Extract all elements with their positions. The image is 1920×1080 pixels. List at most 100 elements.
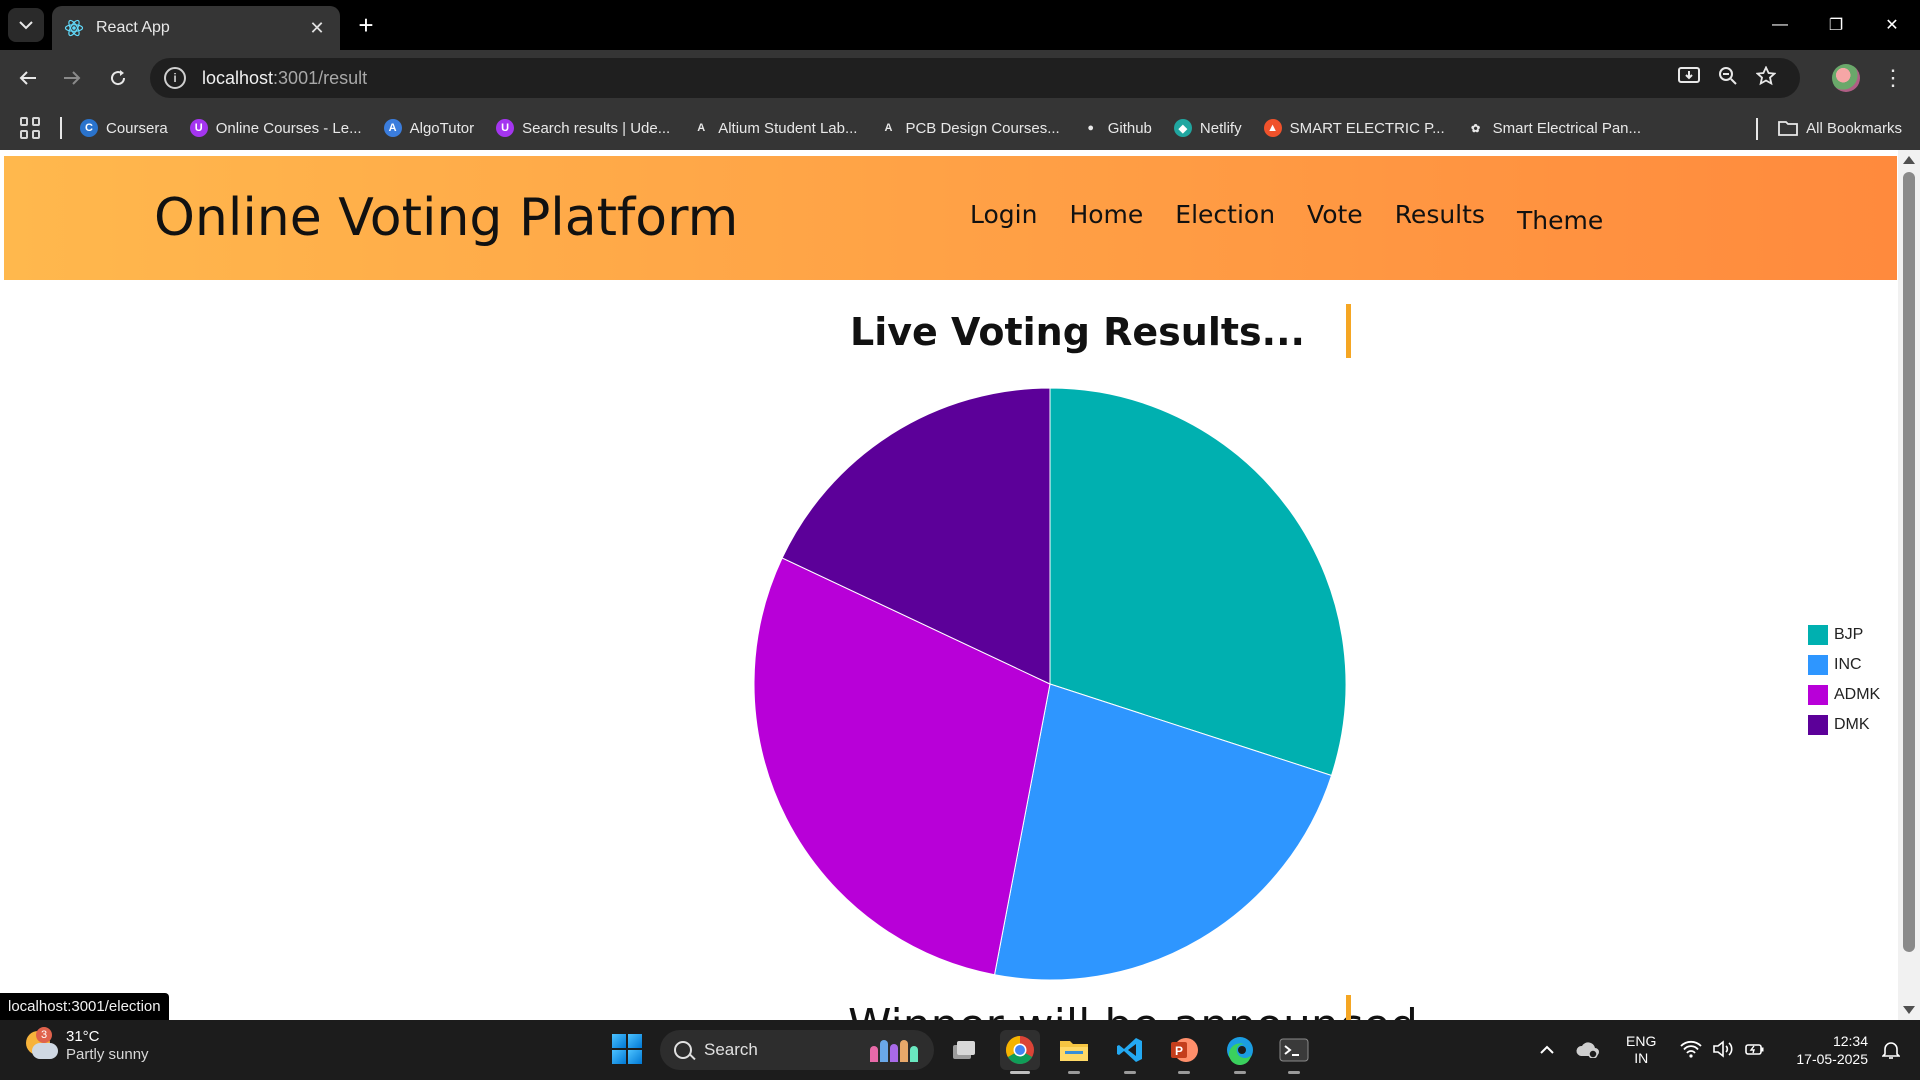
new-tab-button[interactable]: + bbox=[352, 12, 380, 40]
bookmark-label: Netlify bbox=[1199, 119, 1242, 137]
site-title: Online Voting Platform bbox=[154, 188, 739, 248]
browser-menu-icon[interactable]: ⋮ bbox=[1878, 62, 1908, 94]
lang-top: ENG bbox=[1626, 1033, 1657, 1049]
notification-bell-icon[interactable] bbox=[1881, 1040, 1901, 1063]
file-explorer-icon[interactable] bbox=[1054, 1030, 1094, 1074]
bookmark-label: PCB Design Courses... bbox=[905, 119, 1060, 137]
bookmark-item[interactable]: A PCB Design Courses... bbox=[879, 119, 1059, 137]
profile-avatar[interactable] bbox=[1832, 64, 1860, 92]
bookmark-star-icon[interactable] bbox=[1755, 64, 1777, 91]
edge-icon[interactable] bbox=[1220, 1030, 1260, 1074]
nav-results[interactable]: Results bbox=[1395, 200, 1485, 235]
reload-icon bbox=[111, 70, 126, 86]
close-tab-icon[interactable]: ✕ bbox=[306, 17, 328, 39]
back-button[interactable] bbox=[12, 62, 44, 94]
bookmark-item[interactable]: A AlgoTutor bbox=[383, 119, 474, 137]
folder-icon bbox=[1778, 121, 1799, 136]
arrow-left-icon bbox=[19, 71, 36, 85]
site-info-icon[interactable]: i bbox=[164, 67, 186, 89]
clock-date: 17-05-2025 bbox=[1796, 1051, 1868, 1067]
netlify-icon: ◆ bbox=[1173, 119, 1192, 137]
reload-button[interactable] bbox=[102, 62, 134, 94]
chrome-icon[interactable] bbox=[1000, 1030, 1040, 1074]
nav-login[interactable]: Login bbox=[970, 200, 1037, 235]
task-view-icon[interactable] bbox=[944, 1030, 984, 1070]
legend-item-admk[interactable]: ADMK bbox=[1808, 680, 1880, 710]
forward-button[interactable] bbox=[56, 62, 88, 94]
bookmark-item[interactable]: ● Github bbox=[1082, 119, 1152, 137]
browser-tab[interactable]: React App ✕ bbox=[52, 6, 340, 50]
bookmark-label: Search results | Ude... bbox=[522, 119, 671, 137]
restore-icon[interactable]: ❐ bbox=[1808, 0, 1864, 50]
search-icon bbox=[674, 1041, 692, 1059]
results-heading: Live Voting Results... bbox=[850, 310, 1305, 354]
taskbar-search[interactable]: Search bbox=[660, 1030, 934, 1070]
page-scrollbar[interactable] bbox=[1898, 150, 1920, 1020]
chevron-up-icon[interactable] bbox=[1540, 1042, 1554, 1058]
nav-vote[interactable]: Vote bbox=[1307, 200, 1363, 235]
taskbar-clock[interactable]: 12:34 17-05-2025 bbox=[1796, 1032, 1868, 1068]
bookmark-item[interactable]: C Coursera bbox=[80, 119, 168, 137]
scroll-down-icon[interactable] bbox=[1903, 1006, 1915, 1014]
address-bar[interactable]: i localhost:3001/result bbox=[150, 58, 1800, 98]
minimize-icon[interactable]: — bbox=[1752, 0, 1808, 50]
nav-election[interactable]: Election bbox=[1175, 200, 1275, 235]
udemy-icon: U bbox=[189, 119, 208, 137]
wifi-icon[interactable] bbox=[1680, 1040, 1703, 1061]
bookmark-item[interactable]: A Altium Student Lab... bbox=[692, 119, 857, 137]
weather-badge: 3 bbox=[36, 1027, 52, 1043]
site-header: Online Voting Platform Login Home Electi… bbox=[4, 156, 1897, 280]
bookmarks-divider bbox=[60, 117, 62, 139]
apps-grid-icon[interactable] bbox=[20, 117, 42, 139]
altium-icon: A bbox=[884, 122, 893, 134]
coursera-icon: C bbox=[80, 119, 98, 137]
legend-swatch bbox=[1808, 655, 1828, 675]
powerpoint-icon[interactable]: P bbox=[1164, 1030, 1204, 1074]
bookmark-item[interactable]: U Search results | Ude... bbox=[496, 119, 670, 137]
bookmark-item[interactable]: U Online Courses - Le... bbox=[189, 119, 362, 137]
zoom-icon[interactable] bbox=[1718, 66, 1738, 91]
install-app-icon[interactable] bbox=[1678, 66, 1700, 91]
bookmark-item[interactable]: ◆ Netlify bbox=[1173, 119, 1242, 137]
bookmark-label: Online Courses - Le... bbox=[215, 119, 362, 137]
tab-search-button[interactable] bbox=[8, 8, 44, 42]
battery-icon[interactable] bbox=[1744, 1040, 1766, 1061]
bookmark-item[interactable]: ✿ Smart Electrical Pan... bbox=[1467, 119, 1641, 137]
language-indicator[interactable]: ENG IN bbox=[1626, 1033, 1656, 1067]
scrollbar-thumb[interactable] bbox=[1903, 172, 1915, 952]
altium-icon: A bbox=[697, 122, 706, 134]
windows-taskbar: 3 31°C Partly sunny Search P ENG IN 12:3… bbox=[0, 1020, 1920, 1080]
legend-label: BJP bbox=[1834, 626, 1864, 643]
bookmark-label: Github bbox=[1107, 119, 1152, 137]
bookmark-list: C Coursera U Online Courses - Le... A AlgoTut… bbox=[80, 119, 1663, 137]
nav-home[interactable]: Home bbox=[1069, 200, 1143, 235]
github-icon: ● bbox=[1087, 122, 1095, 134]
winner-heading: Winner will be announced bbox=[848, 1000, 1418, 1020]
chart-legend: BJP INC ADMK DMK bbox=[1808, 620, 1880, 740]
bookmark-item[interactable]: ▲ SMART ELECTRIC P... bbox=[1263, 119, 1445, 137]
legend-swatch bbox=[1808, 625, 1828, 645]
bookmark-label: Coursera bbox=[106, 119, 168, 137]
all-bookmarks-label: All Bookmarks bbox=[1806, 119, 1902, 137]
browser-toolbar: i localhost:3001/result ⋮ bbox=[0, 50, 1920, 106]
legend-item-dmk[interactable]: DMK bbox=[1808, 710, 1880, 740]
vscode-icon[interactable] bbox=[1110, 1030, 1150, 1074]
legend-item-inc[interactable]: INC bbox=[1808, 650, 1880, 680]
lang-bottom: IN bbox=[1634, 1050, 1649, 1066]
all-bookmarks-button[interactable]: All Bookmarks bbox=[1778, 106, 1902, 150]
legend-label: INC bbox=[1834, 656, 1862, 673]
nav-theme[interactable]: Theme bbox=[1517, 206, 1603, 235]
site-nav: Login Home Election Vote Results Theme bbox=[970, 200, 1603, 235]
onedrive-icon[interactable] bbox=[1576, 1040, 1600, 1061]
window-controls: — ❐ ✕ bbox=[1752, 0, 1920, 50]
legend-item-bjp[interactable]: BJP bbox=[1808, 620, 1880, 650]
react-icon bbox=[64, 18, 84, 38]
scroll-up-icon[interactable] bbox=[1903, 156, 1915, 164]
weather-widget[interactable]: 3 31°C Partly sunny bbox=[24, 1027, 149, 1064]
terminal-icon[interactable] bbox=[1274, 1030, 1314, 1074]
legend-swatch bbox=[1808, 715, 1828, 735]
close-window-icon[interactable]: ✕ bbox=[1864, 0, 1920, 50]
windows-start-icon[interactable] bbox=[612, 1034, 642, 1064]
volume-icon[interactable] bbox=[1712, 1039, 1734, 1061]
bookmark-label: SMART ELECTRIC P... bbox=[1289, 119, 1445, 137]
